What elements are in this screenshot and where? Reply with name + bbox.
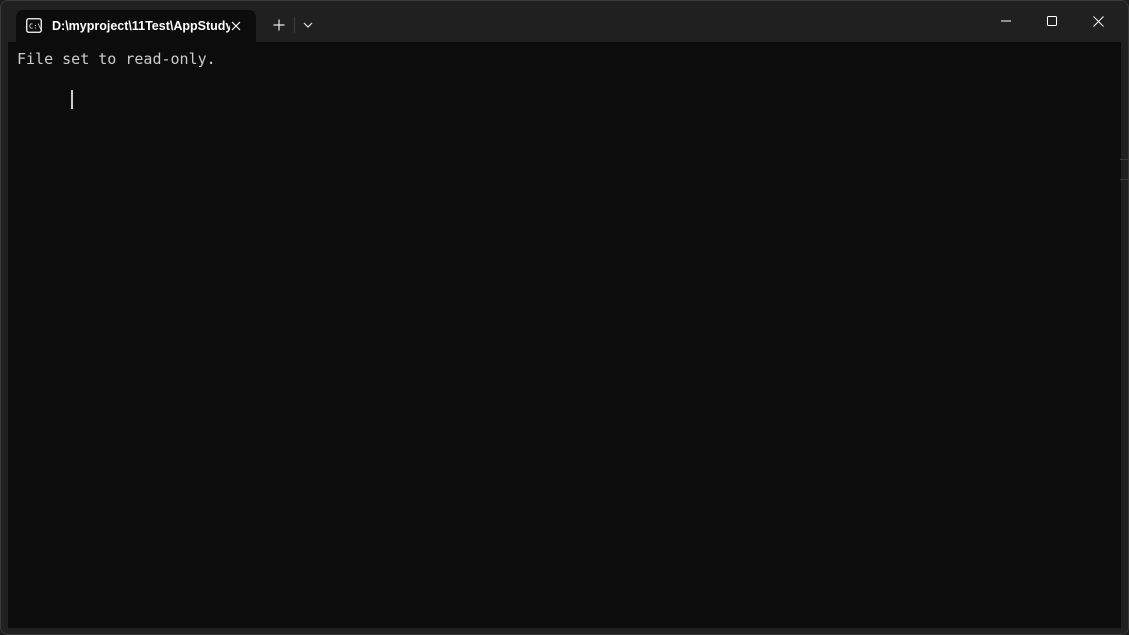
tab-close-button[interactable]	[226, 16, 246, 36]
title-bar[interactable]: C:\ D:\myproject\11Test\AppStudy	[1, 1, 1128, 42]
maximize-icon	[1047, 16, 1057, 26]
close-icon	[1092, 15, 1104, 27]
tab-title: D:\myproject\11Test\AppStudy	[52, 19, 230, 33]
profile-dropdown-button[interactable]	[297, 13, 319, 37]
chevron-down-icon	[303, 22, 313, 28]
scrollbar-edge	[1120, 159, 1128, 160]
text-cursor	[71, 90, 73, 109]
scrollbar-edge	[1120, 179, 1128, 180]
new-tab-button[interactable]	[267, 13, 291, 37]
prompt-line	[17, 69, 1121, 109]
maximize-button[interactable]	[1029, 1, 1075, 41]
svg-text:C:\: C:\	[29, 23, 42, 31]
toolbar-divider	[294, 17, 295, 33]
console-icon: C:\	[26, 18, 42, 33]
tab-active[interactable]: C:\ D:\myproject\11Test\AppStudy	[16, 10, 256, 42]
plus-icon	[273, 19, 285, 31]
terminal-output[interactable]: File set to read-only.	[8, 42, 1121, 628]
minimize-icon	[1001, 20, 1011, 22]
terminal-window: C:\ D:\myproject\11Test\AppStudy File se…	[0, 0, 1129, 635]
minimize-button[interactable]	[983, 1, 1029, 41]
terminal-line: File set to read-only.	[17, 50, 216, 68]
close-icon	[231, 21, 241, 31]
close-window-button[interactable]	[1075, 1, 1121, 41]
